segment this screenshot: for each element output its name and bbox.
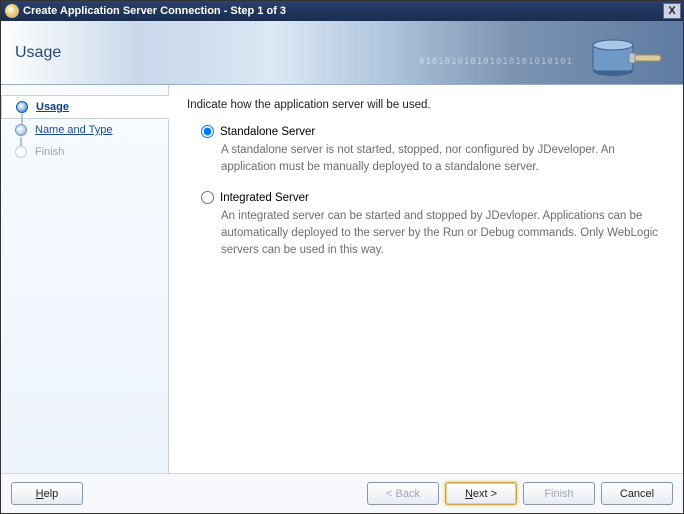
- wizard-steps: Usage Name and Type Finish: [1, 85, 169, 473]
- help-label: Help: [36, 488, 59, 500]
- back-button: < Back: [367, 482, 439, 505]
- step-node-icon: [16, 101, 28, 113]
- content-pane: Indicate how the application server will…: [169, 85, 683, 473]
- banner-binary-text: 010101010101010101010101: [419, 57, 573, 67]
- app-icon: [5, 4, 19, 18]
- close-button[interactable]: X: [663, 3, 681, 19]
- finish-button: Finish: [523, 482, 595, 505]
- cancel-button[interactable]: Cancel: [601, 482, 673, 505]
- step-label: Usage: [36, 101, 69, 113]
- dialog-window: Create Application Server Connection - S…: [0, 0, 684, 514]
- option-integrated-row[interactable]: Integrated Server: [201, 191, 665, 204]
- prompt-text: Indicate how the application server will…: [187, 99, 665, 111]
- option-label: Integrated Server: [220, 192, 309, 204]
- server-art-icon: [585, 29, 665, 79]
- step-usage[interactable]: Usage: [1, 95, 169, 119]
- option-integrated: Integrated Server An integrated server c…: [201, 191, 665, 258]
- step-label: Name and Type: [35, 124, 112, 136]
- option-label: Standalone Server: [220, 126, 315, 138]
- radio-integrated[interactable]: [201, 191, 214, 204]
- banner: Usage 010101010101010101010101: [1, 21, 683, 85]
- help-button[interactable]: Help: [11, 482, 83, 505]
- option-standalone-row[interactable]: Standalone Server: [201, 125, 665, 138]
- step-name-and-type[interactable]: Name and Type: [1, 119, 168, 141]
- next-button[interactable]: Next >: [445, 482, 517, 505]
- titlebar: Create Application Server Connection - S…: [1, 1, 683, 21]
- radio-standalone[interactable]: [201, 125, 214, 138]
- step-node-icon: [15, 124, 27, 136]
- footer: Help < Back Next > Finish Cancel: [1, 473, 683, 513]
- step-finish: Finish: [1, 141, 168, 163]
- finish-label: Finish: [544, 488, 573, 500]
- next-label: Next >: [465, 488, 497, 500]
- back-label: < Back: [386, 488, 420, 500]
- option-desc: An integrated server can be started and …: [221, 208, 665, 258]
- close-icon: X: [668, 5, 675, 17]
- step-node-icon: [15, 146, 27, 158]
- dialog-body: Usage Name and Type Finish Indicate how …: [1, 85, 683, 473]
- cancel-label: Cancel: [620, 488, 654, 500]
- window-title: Create Application Server Connection - S…: [23, 5, 663, 17]
- option-desc: A standalone server is not started, stop…: [221, 142, 665, 175]
- step-label: Finish: [35, 146, 64, 158]
- option-standalone: Standalone Server A standalone server is…: [201, 125, 665, 175]
- page-heading: Usage: [15, 44, 61, 62]
